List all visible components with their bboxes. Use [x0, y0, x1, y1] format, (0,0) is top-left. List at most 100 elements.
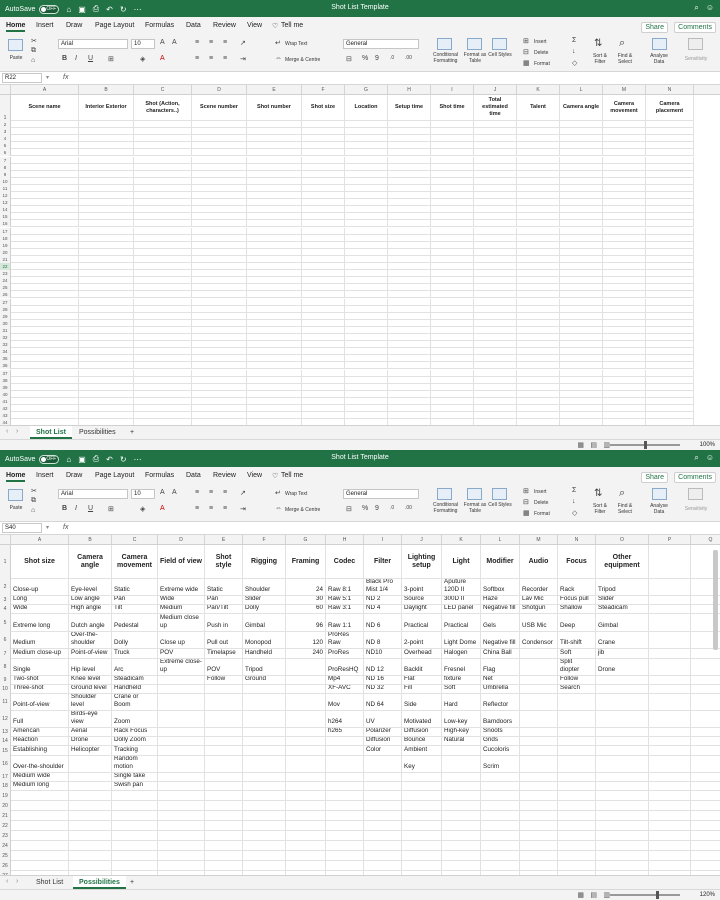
grid-cell[interactable] [560, 348, 603, 356]
row-header[interactable]: 8 [0, 659, 11, 676]
grid-cell[interactable] [134, 199, 192, 207]
cell-styles-icon[interactable] [492, 488, 507, 500]
grid-cell[interactable] [11, 149, 79, 157]
grid-cell[interactable] [69, 782, 112, 791]
grid-cell[interactable] [603, 397, 646, 405]
grid-cell[interactable] [286, 801, 326, 811]
grid-cell[interactable] [192, 135, 247, 143]
grid-cell[interactable] [596, 782, 649, 791]
grid-cell[interactable] [431, 277, 474, 285]
grid-cell[interactable] [431, 412, 474, 420]
grid-cell[interactable] [205, 711, 243, 728]
grid-cell[interactable] [646, 397, 694, 405]
grid-cell[interactable] [205, 831, 243, 841]
grid-cell[interactable] [646, 284, 694, 292]
grid-cell[interactable] [302, 341, 345, 349]
grid-cell[interactable] [603, 263, 646, 271]
grid-cell[interactable] [596, 791, 649, 801]
grid-cell[interactable] [192, 312, 247, 320]
grid-cell[interactable] [431, 192, 474, 200]
grid-cell[interactable] [134, 263, 192, 271]
grid-cell[interactable] [388, 192, 431, 200]
grid-cell[interactable] [345, 149, 388, 157]
header-cell[interactable]: Audio [520, 545, 558, 579]
grid-cell[interactable]: ND 2 [364, 596, 402, 605]
grid-cell[interactable] [517, 305, 560, 313]
spreadsheet-grid[interactable]: A B C D E F G H I J K L M N 1 Scene name Interior Exteri… [0, 85, 720, 425]
grid-cell[interactable] [649, 676, 691, 685]
grid-cell[interactable]: Slider [596, 596, 649, 605]
sensitivity-button[interactable]: Sensitivity [680, 506, 712, 512]
delete-cells-icon[interactable]: ⊟ [523, 48, 529, 56]
header-cell[interactable]: Scene number [192, 95, 247, 121]
grid-cell[interactable] [11, 355, 79, 363]
page-layout-view-icon[interactable]: ▤ [590, 441, 597, 449]
grid-cell[interactable]: Drone [596, 659, 649, 676]
menu-insert[interactable]: Insert [36, 22, 54, 29]
grid-cell[interactable] [431, 355, 474, 363]
grid-cell[interactable] [192, 177, 247, 185]
grid-cell[interactable] [247, 390, 302, 398]
font-size-box[interactable]: 10 [131, 489, 155, 499]
grid-cell[interactable] [560, 362, 603, 370]
grid-cell[interactable] [79, 390, 134, 398]
grid-cell[interactable] [431, 220, 474, 228]
grid-cell[interactable] [517, 405, 560, 413]
grid-cell[interactable] [11, 135, 79, 143]
grid-cell[interactable] [79, 397, 134, 405]
grid-cell[interactable]: Flag [481, 659, 520, 676]
conditional-formatting-button[interactable]: Conditional Formatting [428, 502, 463, 514]
search-icon[interactable]: ⌕ [694, 453, 698, 463]
grid-cell[interactable] [474, 255, 517, 263]
grid-cell[interactable] [646, 326, 694, 334]
grid-cell[interactable] [79, 362, 134, 370]
grid-cell[interactable]: 96 [286, 614, 326, 632]
grid-cell[interactable] [302, 312, 345, 320]
grid-cell[interactable] [691, 756, 720, 773]
align-center-icon[interactable]: ≡ [209, 55, 213, 62]
grid-cell[interactable] [302, 291, 345, 299]
row-header[interactable]: 10 [0, 177, 11, 185]
column-header-c[interactable]: C [112, 535, 158, 545]
grid-cell[interactable] [205, 737, 243, 746]
row-header[interactable]: 15 [0, 213, 11, 221]
number-format-box[interactable]: General [343, 489, 419, 499]
grid-cell[interactable] [691, 659, 720, 676]
grid-cell[interactable] [517, 277, 560, 285]
grid-cell[interactable] [649, 831, 691, 841]
grid-cell[interactable]: Crane [596, 632, 649, 649]
grid-cell[interactable] [134, 270, 192, 278]
row-header[interactable]: 21 [0, 255, 11, 263]
grid-cell[interactable] [11, 362, 79, 370]
grid-cell[interactable]: XF-AVC [326, 685, 364, 694]
align-top-icon[interactable]: ≡ [195, 489, 199, 496]
grid-cell[interactable] [364, 811, 402, 821]
grid-cell[interactable] [474, 170, 517, 178]
grid-cell[interactable]: ND 4 [364, 605, 402, 614]
grid-cell[interactable] [520, 746, 558, 756]
increase-font-icon[interactable]: A [160, 489, 165, 496]
grid-cell[interactable]: POV [205, 659, 243, 676]
grid-cell[interactable] [596, 756, 649, 773]
grid-cell[interactable] [603, 227, 646, 235]
row-header[interactable]: 43 [0, 412, 11, 420]
header-cell[interactable]: Rigging [243, 545, 286, 579]
grid-cell[interactable] [596, 861, 649, 871]
grid-cell[interactable] [243, 737, 286, 746]
column-header-e[interactable]: E [247, 85, 302, 95]
grid-cell[interactable] [603, 376, 646, 384]
grid-cell[interactable] [402, 791, 442, 801]
column-header-a[interactable]: A [11, 85, 79, 95]
format-cells-icon[interactable]: ▦ [523, 59, 530, 67]
insert-cells-button[interactable]: Insert [534, 489, 556, 495]
grid-cell[interactable] [11, 341, 79, 349]
grid-cell[interactable] [603, 170, 646, 178]
grid-cell[interactable] [192, 376, 247, 384]
grid-cell[interactable] [402, 851, 442, 861]
grid-cell[interactable] [442, 851, 481, 861]
grid-cell[interactable] [364, 773, 402, 782]
grid-cell[interactable] [158, 728, 205, 737]
grid-cell[interactable] [520, 791, 558, 801]
row-header[interactable]: 19 [0, 241, 11, 249]
grid-cell[interactable] [345, 376, 388, 384]
